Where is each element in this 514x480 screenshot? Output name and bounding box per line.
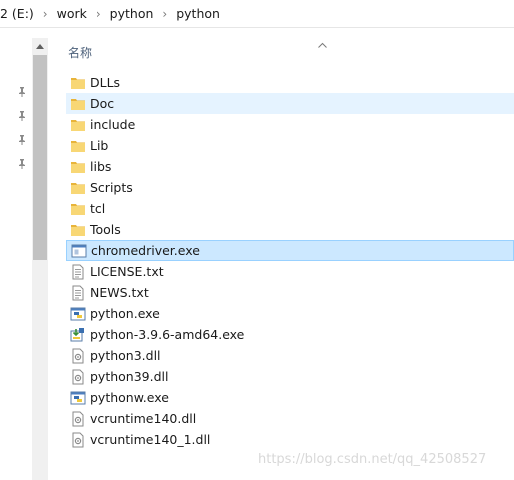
navigation-scrollbar[interactable] bbox=[32, 38, 48, 480]
text-file-icon bbox=[70, 264, 86, 280]
sort-ascending-icon bbox=[318, 38, 327, 48]
list-item[interactable]: Scripts bbox=[66, 177, 514, 198]
breadcrumb-item-python-current[interactable]: python bbox=[171, 4, 225, 24]
list-item[interactable]: python39.dll bbox=[66, 366, 514, 387]
folder-icon bbox=[70, 117, 86, 133]
folder-icon bbox=[70, 201, 86, 217]
list-item[interactable]: python.exe bbox=[66, 303, 514, 324]
pin-icon[interactable] bbox=[17, 134, 27, 145]
list-item-label: include bbox=[90, 117, 136, 132]
dll-icon bbox=[70, 348, 86, 364]
list-item[interactable]: LICENSE.txt bbox=[66, 261, 514, 282]
dll-icon bbox=[70, 432, 86, 448]
list-item[interactable]: tcl bbox=[66, 198, 514, 219]
python-exe-icon bbox=[70, 390, 86, 406]
list-item[interactable]: chromedriver.exe bbox=[66, 240, 514, 261]
list-item-label: LICENSE.txt bbox=[90, 264, 164, 279]
column-header: 名称 bbox=[48, 38, 514, 65]
list-item-label: vcruntime140_1.dll bbox=[90, 432, 211, 447]
file-list: DLLs Doc include Lib libs Scripts tcl Tools chro… bbox=[66, 72, 514, 450]
breadcrumb-drive[interactable]: 2 (E:) bbox=[0, 4, 39, 24]
scroll-up-icon[interactable] bbox=[32, 38, 48, 55]
folder-icon bbox=[70, 75, 86, 91]
dll-icon bbox=[70, 411, 86, 427]
chevron-right-icon[interactable]: › bbox=[39, 4, 52, 24]
installer-icon bbox=[70, 327, 86, 343]
list-item-label: Doc bbox=[90, 96, 115, 111]
list-item[interactable]: include bbox=[66, 114, 514, 135]
folder-icon bbox=[70, 159, 86, 175]
list-item[interactable]: Tools bbox=[66, 219, 514, 240]
python-exe-icon bbox=[70, 306, 86, 322]
breadcrumb-item-work[interactable]: work bbox=[52, 4, 92, 24]
list-item[interactable]: vcruntime140.dll bbox=[66, 408, 514, 429]
list-item-label: libs bbox=[90, 159, 112, 174]
list-item[interactable]: Lib bbox=[66, 135, 514, 156]
list-item[interactable]: pythonw.exe bbox=[66, 387, 514, 408]
folder-icon bbox=[70, 222, 86, 238]
list-item-label: Lib bbox=[90, 138, 109, 153]
chevron-right-icon[interactable]: › bbox=[158, 4, 171, 24]
list-item-label: chromedriver.exe bbox=[91, 243, 200, 258]
pin-icon[interactable] bbox=[17, 86, 27, 97]
list-item-label: NEWS.txt bbox=[90, 285, 149, 300]
column-header-name[interactable]: 名称 bbox=[68, 44, 92, 61]
list-item-label: vcruntime140.dll bbox=[90, 411, 197, 426]
list-item-label: DLLs bbox=[90, 75, 121, 90]
list-item-label: python3.dll bbox=[90, 348, 161, 363]
list-item-label: python-3.9.6-amd64.exe bbox=[90, 327, 245, 342]
list-item[interactable]: libs bbox=[66, 156, 514, 177]
navigation-pane bbox=[0, 38, 32, 480]
breadcrumb-item-python[interactable]: python bbox=[105, 4, 159, 24]
list-item[interactable]: DLLs bbox=[66, 72, 514, 93]
chevron-right-icon[interactable]: › bbox=[92, 4, 105, 24]
list-item[interactable]: vcruntime140_1.dll bbox=[66, 429, 514, 450]
scrollbar-thumb[interactable] bbox=[33, 55, 47, 260]
pin-icon[interactable] bbox=[17, 110, 27, 121]
list-item-label: python39.dll bbox=[90, 369, 169, 384]
list-item[interactable]: NEWS.txt bbox=[66, 282, 514, 303]
file-explorer-window: 2 (E:) › work › python › python 名称 DLLs … bbox=[0, 0, 514, 480]
folder-icon bbox=[70, 138, 86, 154]
list-item-label: Tools bbox=[90, 222, 121, 237]
list-item[interactable]: python3.dll bbox=[66, 345, 514, 366]
list-item-label: pythonw.exe bbox=[90, 390, 169, 405]
folder-icon bbox=[70, 96, 86, 112]
text-file-icon bbox=[70, 285, 86, 301]
breadcrumb: 2 (E:) › work › python › python bbox=[0, 0, 514, 28]
dll-icon bbox=[70, 369, 86, 385]
pin-icon[interactable] bbox=[17, 158, 27, 169]
list-item[interactable]: Doc bbox=[66, 93, 514, 114]
folder-icon bbox=[70, 180, 86, 196]
exe-icon bbox=[71, 243, 87, 259]
watermark-text: https://blog.csdn.net/qq_42508527 bbox=[258, 452, 487, 467]
list-item-label: python.exe bbox=[90, 306, 160, 321]
list-item-label: tcl bbox=[90, 201, 106, 216]
list-item-label: Scripts bbox=[90, 180, 133, 195]
list-item[interactable]: python-3.9.6-amd64.exe bbox=[66, 324, 514, 345]
